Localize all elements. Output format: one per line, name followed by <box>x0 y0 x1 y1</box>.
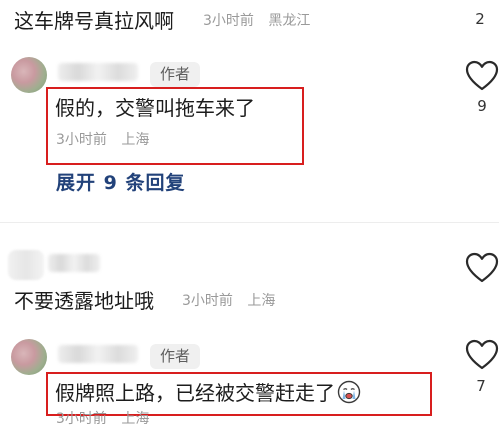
comment-meta: 3小时前 上海 <box>182 294 275 308</box>
username[interactable] <box>58 63 138 81</box>
avatar[interactable] <box>11 57 47 93</box>
comment-location: 上海 <box>121 411 150 427</box>
comment-meta: 3小时前 黑龙江 <box>203 14 310 28</box>
heart-outline-icon <box>465 339 499 370</box>
comment-text: 假的，交警叫拖车来了 <box>55 96 255 120</box>
comment-time: 3小时前 <box>203 13 254 29</box>
like-count: 2 <box>475 10 485 28</box>
comment-text: 不要透露地址哦 <box>14 289 154 313</box>
comment-meta: 3小时前 上海 <box>56 133 149 147</box>
comment-location: 上海 <box>247 293 276 309</box>
comment-location: 黑龙江 <box>268 13 311 29</box>
avatar[interactable] <box>8 250 44 280</box>
comment-time: 3小时前 <box>56 132 107 148</box>
like-button[interactable] <box>465 339 499 371</box>
divider <box>0 222 499 223</box>
comment-text: 假牌照上路，已经被交警赶走了 <box>55 380 361 404</box>
avatar[interactable] <box>11 339 47 375</box>
comment-text: 这车牌号真拉风啊 <box>14 9 174 33</box>
expand-replies-link[interactable]: 展开 9 条回复 <box>56 174 185 193</box>
heart-outline-icon <box>465 60 499 91</box>
comment-time: 3小时前 <box>182 293 233 309</box>
comment-time: 3小时前 <box>56 411 107 427</box>
heart-outline-icon <box>465 252 499 283</box>
author-badge: 作者 <box>150 62 201 87</box>
username[interactable] <box>58 345 138 363</box>
like-count: 9 <box>477 97 487 115</box>
comment-meta: 3小时前 上海 <box>56 412 149 426</box>
comment-item: 这车牌号真拉风啊 3小时前 黑龙江 2 <box>0 0 499 40</box>
like-count: 7 <box>476 377 486 395</box>
username[interactable] <box>48 254 100 272</box>
like-button[interactable] <box>465 252 499 284</box>
author-badge: 作者 <box>150 344 201 369</box>
like-button[interactable] <box>465 60 499 92</box>
comment-text-body: 假牌照上路，已经被交警赶走了 <box>55 381 335 405</box>
comment-location: 上海 <box>121 132 150 148</box>
crying-emoji-icon <box>337 380 361 404</box>
